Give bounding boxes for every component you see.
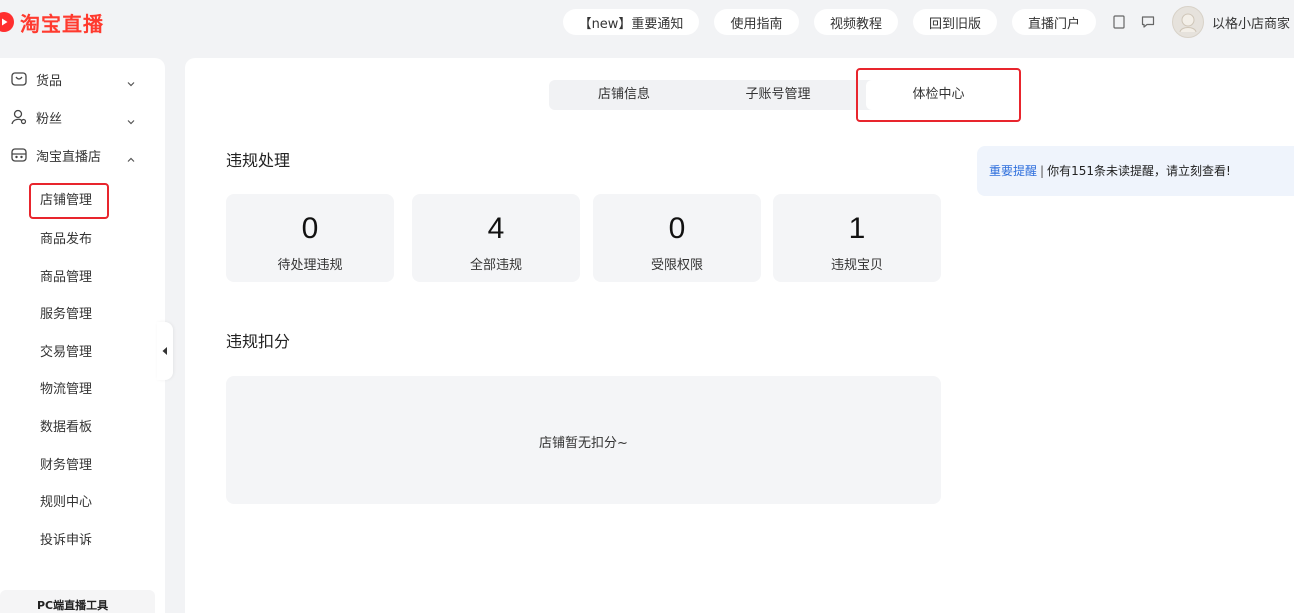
stat-value: 1 xyxy=(848,212,866,245)
sidebar-item-rules-center[interactable]: 规则中心 xyxy=(40,493,92,513)
sidebar-item-data-dashboard[interactable]: 数据看板 xyxy=(40,418,92,438)
sidebar-item-product-management[interactable]: 商品管理 xyxy=(40,268,92,288)
main-panel xyxy=(185,58,1294,613)
play-icon xyxy=(0,12,14,32)
top-header: 淘宝直播 【new】重要通知 使用指南 视频教程 回到旧版 直播门户 以格小店商… xyxy=(0,0,1294,44)
chevron-up-icon[interactable] xyxy=(126,150,136,162)
stat-value: 4 xyxy=(487,212,505,245)
stat-label: 违规宝贝 xyxy=(830,258,883,273)
sidebar xyxy=(0,58,165,613)
sidebar-group-label: 货品 xyxy=(36,73,63,89)
stat-label: 受限权限 xyxy=(650,258,703,273)
sidebar-group-live-shop[interactable]: 淘宝直播店 xyxy=(10,144,101,166)
important-notice-button[interactable]: 【new】重要通知 xyxy=(563,9,699,35)
stat-label: 待处理违规 xyxy=(277,258,343,273)
sidebar-item-service-management[interactable]: 服务管理 xyxy=(40,305,92,325)
document-icon[interactable] xyxy=(1112,14,1126,29)
shop-icon xyxy=(10,146,28,164)
sidebar-collapse-handle[interactable] xyxy=(157,322,173,380)
message-icon[interactable] xyxy=(1141,14,1155,28)
important-reminder-link[interactable]: 重要提醒 xyxy=(989,164,1037,178)
stat-violating-items[interactable]: 1 违规宝贝 xyxy=(773,194,941,282)
sidebar-item-trade-management[interactable]: 交易管理 xyxy=(40,343,92,363)
user-guide-button[interactable]: 使用指南 xyxy=(714,9,799,35)
user-avatar[interactable] xyxy=(1172,6,1204,38)
stat-restricted-permissions[interactable]: 0 受限权限 xyxy=(593,194,761,282)
deductions-title: 违规扣分 xyxy=(226,332,291,351)
caret-left-icon xyxy=(162,347,167,355)
sidebar-group-goods[interactable]: 货品 xyxy=(10,68,62,90)
live-portal-button[interactable]: 直播门户 xyxy=(1012,9,1096,35)
stat-value: 0 xyxy=(301,212,319,245)
sidebar-item-logistics-management[interactable]: 物流管理 xyxy=(40,380,92,400)
video-tutorial-button[interactable]: 视频教程 xyxy=(814,9,898,35)
stat-value: 0 xyxy=(668,212,686,245)
logo-text: 淘宝直播 xyxy=(20,11,104,36)
user-name[interactable]: 以格小店商家 xyxy=(1212,13,1290,32)
pc-live-tool-label: PC端直播工具 xyxy=(37,599,109,612)
sidebar-item-complaints[interactable]: 投诉申诉 xyxy=(40,531,92,551)
sidebar-item-store-management[interactable]: 店铺管理 xyxy=(29,183,109,219)
stat-pending-violations[interactable]: 0 待处理违规 xyxy=(226,194,394,282)
tab-health-check-label: 体检中心 xyxy=(866,80,1011,110)
violations-title: 违规处理 xyxy=(226,151,291,170)
sidebar-group-fans[interactable]: 粉丝 xyxy=(10,106,62,128)
important-reminder-banner[interactable]: 重要提醒 | 你有151条未读提醒，请立刻查看! xyxy=(977,146,1294,196)
sidebar-item-product-publish[interactable]: 商品发布 xyxy=(40,230,92,250)
tab-store-info[interactable]: 店铺信息 xyxy=(549,80,699,110)
deductions-empty-panel: 店铺暂无扣分~ xyxy=(226,376,941,504)
stat-all-violations[interactable]: 4 全部违规 xyxy=(412,194,580,282)
sidebar-group-label: 粉丝 xyxy=(36,111,63,127)
deductions-empty-text: 店铺暂无扣分~ xyxy=(539,436,628,451)
old-version-button[interactable]: 回到旧版 xyxy=(913,9,997,35)
sidebar-group-label: 淘宝直播店 xyxy=(36,149,102,165)
tab-health-check[interactable]: 体检中心 xyxy=(856,68,1021,122)
chevron-down-icon[interactable] xyxy=(126,74,136,87)
notice-message: 你有151条未读提醒，请立刻查看! xyxy=(1047,164,1231,178)
stat-label: 全部违规 xyxy=(469,258,522,273)
goods-icon xyxy=(10,70,28,88)
tab-sub-account[interactable]: 子账号管理 xyxy=(703,80,853,110)
taobao-live-logo[interactable]: 淘宝直播 xyxy=(0,8,104,36)
sidebar-item-finance-management[interactable]: 财务管理 xyxy=(40,456,92,476)
fans-icon xyxy=(10,108,28,126)
chevron-down-icon[interactable] xyxy=(126,112,136,125)
notice-separator: | xyxy=(1040,164,1045,178)
